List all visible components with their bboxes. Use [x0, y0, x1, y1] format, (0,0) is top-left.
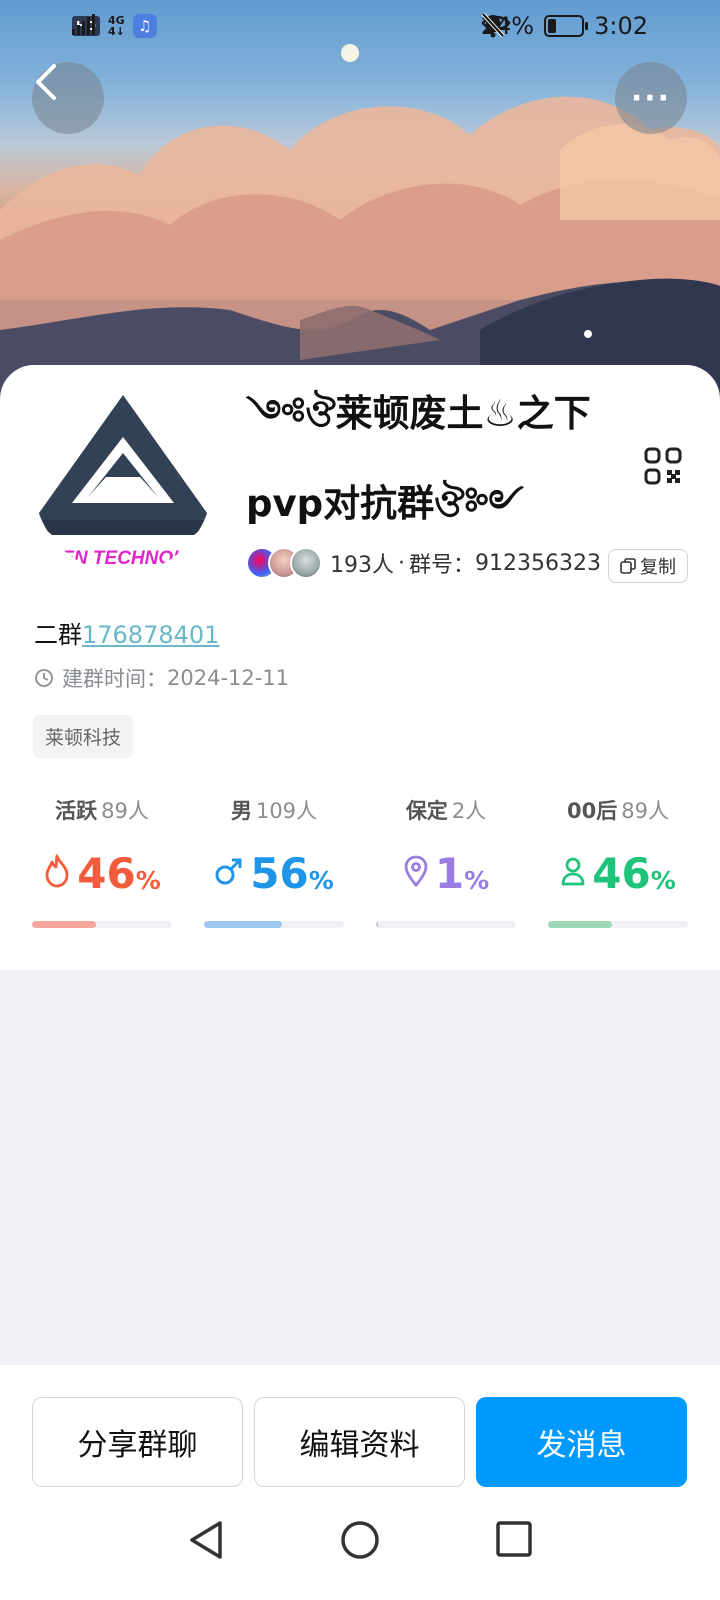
stat-bar [376, 921, 516, 928]
cover-landscape [0, 44, 720, 400]
qr-code-button[interactable] [644, 447, 682, 485]
stat-bar [32, 921, 172, 928]
stat-label-title: 保定 [405, 799, 448, 823]
person-icon [560, 856, 592, 890]
battery-icon [544, 15, 589, 37]
stat-percent: 56 [250, 848, 309, 898]
stat-percent: 1 [434, 848, 465, 898]
group-profile-screen: HD 4G 4↓ ♫ 24% 3:02 ··· DEN TECHNOLC ༺ঔ莱… [0, 0, 720, 1600]
stat-label: 00后 89人 [548, 795, 688, 825]
group-name-line2: pvp对抗群ঔ༻ [246, 482, 524, 525]
nav-home-icon[interactable] [339, 1519, 381, 1561]
stat-bar-fill [548, 921, 613, 928]
system-nav-bar [0, 1499, 720, 1579]
cover-page-indicator [584, 330, 592, 338]
member-count: 193人 [330, 553, 394, 578]
stat-percent: 46 [592, 848, 651, 898]
qr-code-icon [644, 447, 682, 485]
send-message-button[interactable]: 发消息 [476, 1397, 687, 1487]
bottom-bar: 分享群聊 编辑资料 发消息 [0, 1365, 720, 1600]
stat-value: 1% [376, 845, 516, 901]
description-text: 二群 [34, 621, 82, 649]
meta-separator: · [398, 550, 405, 576]
group-number: 912356323 [475, 550, 601, 576]
bell-off-icon [481, 12, 505, 38]
copy-label: 复制 [640, 557, 676, 578]
share-group-button[interactable]: 分享群聊 [32, 1397, 243, 1487]
created-time: 建群时间： 2024-12-11 [34, 663, 289, 693]
copy-icon [620, 558, 636, 574]
edit-profile-button[interactable]: 编辑资料 [254, 1397, 465, 1487]
stat-bar-fill [376, 921, 378, 928]
clock-icon [35, 669, 53, 687]
network-type: 4G 4↓ [108, 15, 125, 37]
stat-bar [204, 921, 344, 928]
stat-bar-fill [204, 921, 283, 928]
stat-percent: 46 [77, 848, 136, 898]
member-stats: 活跃 89人 46% 男 109人 56% 保定 2人 1% 00后 89人 46% [32, 795, 688, 928]
more-button[interactable]: ··· [615, 62, 687, 134]
stat-column: 男 109人 56% [204, 795, 344, 928]
logo-caption: DEN TECHNOLC [48, 548, 199, 569]
stat-value: 46% [32, 845, 172, 901]
stat-percent-unit: % [464, 865, 490, 895]
copy-button[interactable]: 复制 [608, 549, 688, 583]
more-horizontal-icon: ··· [630, 80, 672, 116]
stat-bar [548, 921, 688, 928]
nav-back-icon[interactable] [186, 1519, 226, 1561]
created-label: 建群时间： [62, 667, 167, 691]
flame-icon [43, 854, 77, 892]
stat-label: 活跃 89人 [32, 795, 172, 825]
group-info-card: DEN TECHNOLC ༺ঔ莱顿废土♨之下 pvp对抗群ঔ༻ 193人 · 群… [0, 365, 720, 970]
stat-label: 男 109人 [204, 795, 344, 825]
stat-column: 活跃 89人 46% [32, 795, 172, 928]
battery-fill [548, 19, 556, 33]
music-app-icon: ♫ [132, 14, 157, 38]
group-name: ༺ঔ莱顿废土♨之下 pvp对抗群ঔ༻ [246, 387, 636, 531]
network-type-bottom: 4↓ [108, 25, 125, 38]
penrose-triangle-logo: DEN TECHNOLC [34, 395, 212, 573]
group-meta-row: 193人 · 群号： 912356323 [246, 543, 601, 583]
status-right: 24% 3:02 [481, 12, 648, 40]
stat-count: 2人 [451, 799, 487, 823]
stat-count: 89人 [101, 799, 149, 823]
description-link[interactable]: 176878401 [82, 621, 219, 649]
stat-label-title: 男 [230, 799, 252, 823]
created-date: 2024-12-11 [167, 666, 290, 690]
group-name-line1: ༺ঔ莱顿废土♨之下 [246, 392, 591, 435]
stat-label: 保定 2人 [376, 795, 516, 825]
cover-image[interactable]: HD 4G 4↓ ♫ 24% 3:02 ··· [0, 0, 720, 400]
group-description: 二群176878401 [34, 615, 219, 650]
member-avatars[interactable] [246, 547, 322, 579]
clock: 3:02 [594, 12, 648, 40]
stat-percent-unit: % [650, 865, 676, 895]
stat-percent-unit: % [135, 865, 161, 895]
group-tag[interactable]: 莱顿科技 [33, 715, 134, 758]
stat-value: 46% [548, 845, 688, 901]
stat-label-title: 00后 [567, 799, 618, 823]
back-button[interactable] [32, 62, 104, 134]
member-avatar [290, 547, 322, 579]
stat-column: 00后 89人 46% [548, 795, 688, 928]
stat-bar-fill [32, 921, 97, 928]
stat-percent-unit: % [308, 865, 334, 895]
group-avatar[interactable]: DEN TECHNOLC [34, 395, 212, 573]
stat-count: 89人 [621, 799, 669, 823]
male-icon [214, 855, 250, 891]
chevron-left-icon [36, 64, 56, 100]
stat-value: 56% [204, 845, 344, 901]
signal-icon [72, 14, 95, 35]
stat-count: 109人 [255, 799, 318, 823]
status-bar: HD 4G 4↓ ♫ 24% 3:02 [0, 0, 720, 56]
nav-recents-icon[interactable] [494, 1519, 534, 1559]
stat-column: 保定 2人 1% [376, 795, 516, 928]
location-pin-icon [403, 855, 435, 891]
group-number-label: 群号： [409, 553, 476, 578]
stat-label-title: 活跃 [55, 799, 98, 823]
status-left: HD 4G 4↓ ♫ [72, 14, 157, 38]
